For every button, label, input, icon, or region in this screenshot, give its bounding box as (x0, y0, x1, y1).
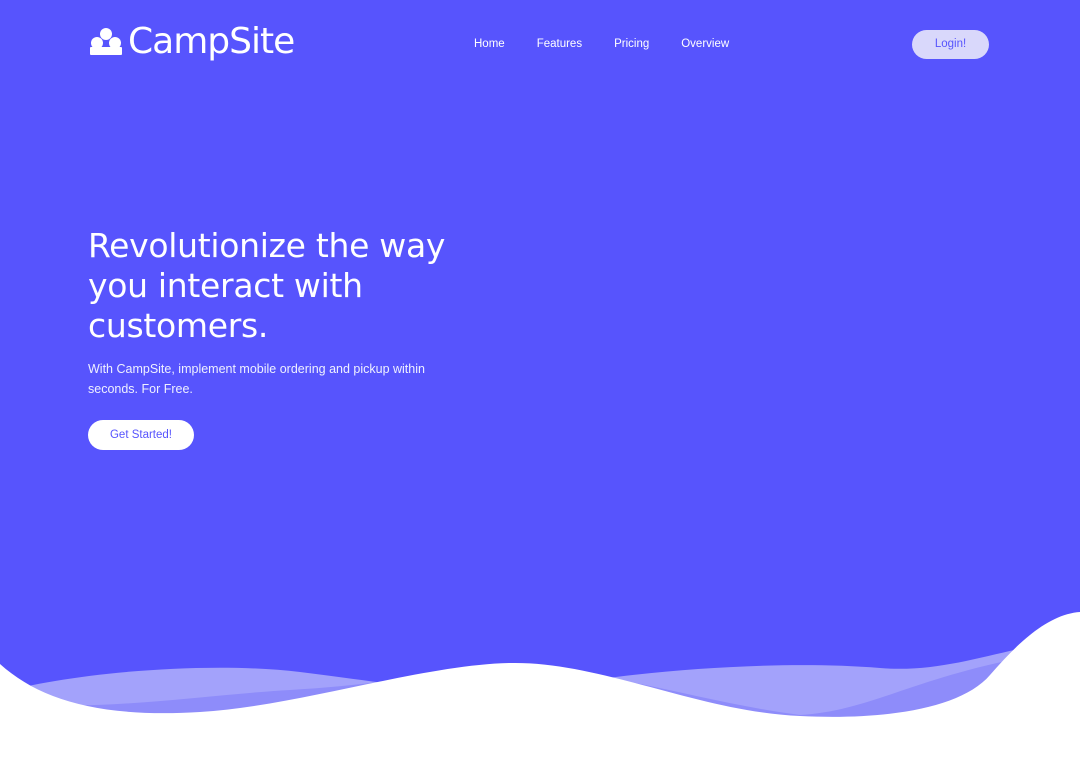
brand-name: CampSite (128, 21, 295, 62)
nav-pricing-link[interactable]: Pricing (598, 34, 665, 54)
main-nav: Home Features Pricing Overview (458, 34, 745, 54)
nav-features-link[interactable]: Features (521, 34, 598, 54)
navbar: CampSite Home Features Pricing Overview … (0, 0, 1080, 90)
brand-logo[interactable]: CampSite (90, 20, 295, 64)
nav-overview-link[interactable]: Overview (665, 34, 745, 54)
people-group-icon (90, 28, 122, 55)
hero-section: CampSite Home Features Pricing Overview … (0, 0, 1080, 761)
nav-home-link[interactable]: Home (458, 34, 521, 54)
hero-subtext: With CampSite, implement mobile ordering… (88, 362, 425, 396)
get-started-button[interactable]: Get Started! (88, 420, 194, 450)
wave-divider (0, 612, 1080, 761)
hero-headline: Revolutionize the way you interact with … (88, 226, 446, 345)
login-button[interactable]: Login! (912, 30, 989, 59)
